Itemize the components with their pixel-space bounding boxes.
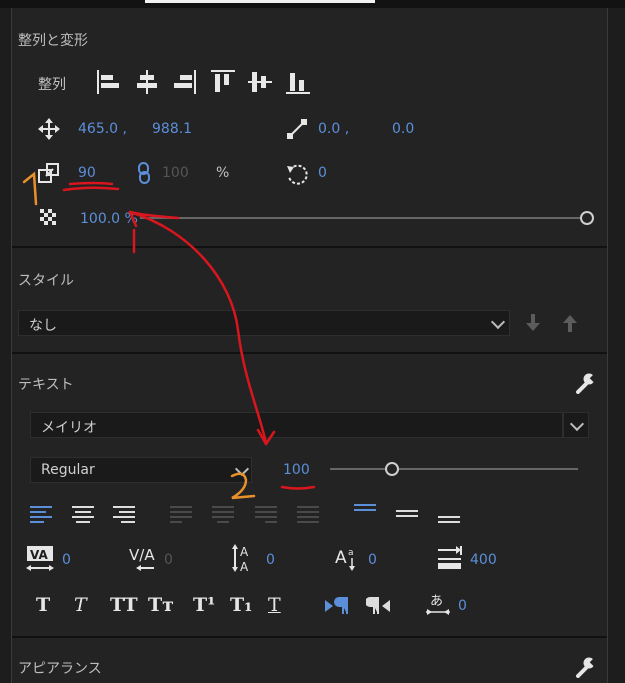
- opacity-value[interactable]: 100.0 %: [80, 211, 138, 227]
- align-right-icon[interactable]: [172, 70, 196, 94]
- chevron-down-icon: [569, 416, 585, 432]
- font-size-slider-track[interactable]: [330, 468, 578, 470]
- anchor-y-value[interactable]: 0.0: [392, 121, 414, 137]
- link-icon[interactable]: [137, 162, 151, 184]
- style-dropdown[interactable]: なし: [18, 310, 510, 336]
- align-text-center-icon[interactable]: [72, 506, 94, 524]
- chevron-down-icon: [490, 314, 506, 330]
- baseline-shift-icon: A a: [335, 548, 355, 571]
- tsume-value[interactable]: 0: [458, 598, 467, 614]
- font-family-dropdown-toggle[interactable]: [563, 412, 589, 438]
- svg-text:a: a: [348, 548, 354, 558]
- underline-button[interactable]: T: [268, 594, 281, 616]
- rotation-value[interactable]: 0: [318, 165, 327, 181]
- align-label: 整列: [38, 77, 66, 93]
- push-style-down-icon[interactable]: [525, 314, 541, 332]
- appearance-title: アピアランス: [18, 661, 102, 677]
- svg-text:A: A: [240, 560, 249, 573]
- leading-value[interactable]: 0: [266, 552, 275, 568]
- align-center-vertical-icon[interactable]: [248, 70, 272, 94]
- style-dropdown-value: なし: [29, 318, 57, 334]
- kerning-value[interactable]: 0: [62, 552, 71, 568]
- scale-icon: [38, 163, 59, 183]
- opacity-slider-track[interactable]: [140, 217, 580, 219]
- anchor-point-icon: [287, 119, 307, 139]
- essential-graphics-panel: 整列と変形 整列 465.0 , 988.1 0.0 , 0.0 90 100 …: [0, 0, 625, 683]
- tsume-icon: あ: [426, 594, 450, 615]
- top-strip: [0, 0, 625, 8]
- font-size-slider-knob[interactable]: [385, 462, 399, 476]
- tracking-icon: V/A: [129, 546, 155, 571]
- leading-icon: A A: [232, 544, 249, 573]
- align-top-icon[interactable]: [211, 70, 235, 94]
- font-style-dropdown[interactable]: Regular: [30, 457, 252, 483]
- justify-last-left-icon: [170, 506, 192, 524]
- svg-text:A: A: [335, 548, 347, 568]
- style-title: スタイル: [18, 273, 74, 289]
- opacity-icon: [40, 209, 56, 225]
- align-top-text-icon[interactable]: [354, 504, 376, 522]
- kerning-icon: VA: [26, 546, 54, 571]
- rtl-direction-icon[interactable]: [366, 596, 390, 616]
- font-family-dropdown[interactable]: メイリオ: [30, 412, 563, 438]
- small-caps-button[interactable]: Tт: [148, 594, 174, 616]
- justify-last-right-icon: [255, 506, 277, 524]
- chevron-down-icon: [234, 461, 250, 477]
- position-move-icon: [38, 118, 60, 140]
- tab-width-icon: [438, 546, 462, 569]
- position-y-value[interactable]: 988.1: [152, 121, 192, 137]
- font-size-value[interactable]: 100: [283, 462, 310, 478]
- font-family-value: メイリオ: [41, 420, 97, 436]
- font-style-value: Regular: [41, 462, 95, 478]
- subscript-button[interactable]: T₁: [230, 594, 252, 616]
- align-middle-text-icon[interactable]: [396, 508, 418, 526]
- align-text-left-icon[interactable]: [30, 506, 52, 524]
- tab-width-value[interactable]: 400: [470, 552, 497, 568]
- svg-text:V/A: V/A: [129, 546, 155, 564]
- scale-linked-value: 100: [162, 165, 189, 181]
- align-left-icon[interactable]: [97, 70, 121, 94]
- scale-unit: %: [216, 165, 230, 181]
- align-transform-title: 整列と変形: [18, 33, 88, 49]
- justify-last-center-icon: [212, 506, 234, 524]
- justify-all-icon: [297, 506, 319, 524]
- faux-bold-button[interactable]: T: [36, 594, 50, 616]
- align-center-horizontal-icon[interactable]: [135, 70, 159, 94]
- text-section: [12, 354, 607, 636]
- align-bottom-text-icon[interactable]: [438, 512, 460, 530]
- position-x-value[interactable]: 465.0 ,: [78, 121, 127, 137]
- anchor-x-value[interactable]: 0.0 ,: [318, 121, 349, 137]
- tracking-value: 0: [164, 552, 173, 568]
- align-bottom-icon[interactable]: [286, 70, 310, 94]
- svg-text:あ: あ: [430, 594, 443, 609]
- pull-style-up-icon[interactable]: [562, 314, 578, 332]
- style-section: [12, 248, 607, 352]
- faux-italic-button[interactable]: T: [74, 594, 87, 616]
- baseline-shift-value[interactable]: 0: [368, 552, 377, 568]
- text-title: テキスト: [18, 377, 74, 393]
- svg-text:A: A: [240, 545, 249, 559]
- svg-text:VA: VA: [30, 548, 48, 562]
- wrench-icon[interactable]: [574, 656, 596, 678]
- all-caps-button[interactable]: TT: [110, 594, 138, 616]
- ltr-direction-icon[interactable]: [325, 596, 349, 616]
- align-text-right-icon[interactable]: [113, 506, 135, 524]
- wrench-icon[interactable]: [574, 372, 596, 394]
- opacity-slider-knob[interactable]: [580, 211, 594, 225]
- rotation-icon: [287, 164, 308, 185]
- scale-value[interactable]: 90: [78, 165, 96, 181]
- superscript-button[interactable]: T¹: [193, 594, 215, 616]
